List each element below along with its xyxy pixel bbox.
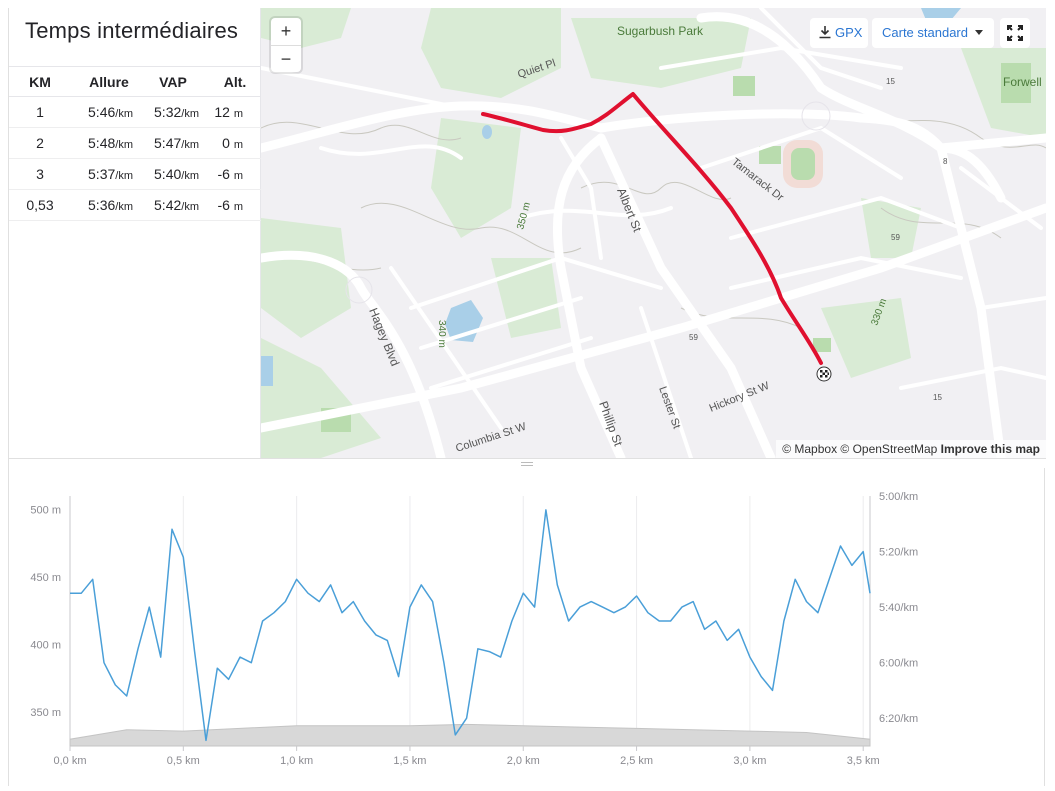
map-label-route-15a: 15 (886, 77, 895, 86)
x-tick-label: 0,5 km (167, 755, 200, 767)
y-left-tick-label: 450 m (30, 572, 61, 584)
x-tick-label: 3,5 km (847, 755, 880, 767)
split-row[interactable]: 2 5:48/km 5:47/km 0 m (9, 127, 261, 159)
split-pace: 5:48/km (71, 127, 133, 159)
y-right-tick-label: 6:20/km (879, 713, 918, 725)
x-tick-label: 0,0 km (53, 755, 86, 767)
split-elev: 12 m (199, 96, 261, 128)
panel-resize-handle[interactable] (9, 458, 1046, 468)
download-icon (819, 26, 831, 39)
split-pace: 5:36/km (71, 189, 133, 221)
map-label-forwell: Forwell (1003, 75, 1042, 89)
map-attribution: © Mapbox © OpenStreetMap Improve this ma… (776, 440, 1046, 458)
split-elev: -6 m (199, 189, 261, 221)
map-style-label: Carte standard (882, 25, 968, 40)
split-km: 3 (9, 158, 71, 190)
col-km: KM (9, 66, 71, 97)
fullscreen-button[interactable] (1000, 18, 1030, 48)
zoom-out-button[interactable]: − (271, 45, 301, 72)
split-elev: -6 m (199, 158, 261, 190)
map-style-select[interactable]: Carte standard (872, 18, 994, 48)
zoom-control: + − (271, 18, 301, 72)
chart-canvas[interactable]: 0,0 km 0,5 km 1,0 km 1,5 km 2,0 km 2,5 km 3,0 … (9, 468, 1046, 786)
map-label-route-59b: 59 (689, 333, 698, 342)
map-canvas[interactable]: Sugarbush Park Quiet Pl Forwell Albert S… (261, 8, 1046, 458)
split-km: 1 (9, 96, 71, 128)
x-tick-label: 2,5 km (620, 755, 653, 767)
map-label-340: 340 m (436, 320, 447, 348)
y-right-tick-label: 6:00/km (879, 658, 918, 670)
x-tick-label: 2,0 km (507, 755, 540, 767)
gpx-download-button[interactable]: GPX (810, 18, 868, 48)
map-label-phillip: Phillip St (596, 399, 625, 448)
split-row[interactable]: 3 5:37/km 5:40/km -6 m (9, 158, 261, 190)
col-gap: VAP (133, 66, 199, 97)
gpx-label: GPX (835, 25, 863, 40)
col-elev: Alt. (199, 66, 261, 97)
map-label-columbia: Columbia St W (454, 421, 528, 455)
map-label-park: Sugarbush Park (617, 24, 704, 38)
improve-map-link[interactable]: Improve this map (941, 442, 1040, 456)
split-row[interactable]: 1 5:46/km 5:32/km 12 m (9, 96, 261, 128)
x-tick-label: 1,0 km (280, 755, 313, 767)
y-right-tick-label: 5:00/km (879, 491, 918, 503)
y-right-tick-label: 5:20/km (879, 547, 918, 559)
x-tick-label: 3,0 km (733, 755, 766, 767)
attribution-text[interactable]: © Mapbox © OpenStreetMap (782, 442, 937, 456)
map-label-route-8: 8 (943, 157, 948, 166)
activity-panel: Temps intermédiaires KM Allure VAP Alt. … (8, 8, 1046, 786)
x-tick-label: 1,5 km (393, 755, 426, 767)
split-gap: 5:32/km (133, 96, 199, 128)
finish-flag-icon (816, 366, 832, 382)
split-row[interactable]: 0,53 5:36/km 5:42/km -6 m (9, 189, 261, 221)
col-pace: Allure (71, 66, 133, 97)
y-left-tick-label: 400 m (30, 640, 61, 652)
split-gap: 5:40/km (133, 158, 199, 190)
split-elev: 0 m (199, 127, 261, 159)
map-label-lester: Lester St (656, 385, 682, 430)
fullscreen-icon (1007, 25, 1023, 41)
split-km: 2 (9, 127, 71, 159)
y-left-tick-label: 500 m (30, 505, 61, 517)
splits-table: KM Allure VAP Alt. 1 5:46/km 5:32/km 12 m25… (9, 66, 261, 221)
map-label-route-59a: 59 (891, 233, 900, 242)
split-pace: 5:46/km (71, 96, 133, 128)
zoom-in-button[interactable]: + (271, 18, 301, 45)
split-gap: 5:47/km (133, 127, 199, 159)
chevron-down-icon (975, 30, 983, 35)
route-map[interactable]: Sugarbush Park Quiet Pl Forwell Albert S… (261, 8, 1046, 458)
map-label-albert: Albert St (614, 186, 644, 235)
y-right-tick-label: 5:40/km (879, 602, 918, 614)
splits-title: Temps intermédiaires (25, 18, 239, 43)
split-pace: 5:37/km (71, 158, 133, 190)
splits-panel: Temps intermédiaires KM Allure VAP Alt. … (9, 8, 261, 458)
split-km: 0,53 (9, 189, 71, 221)
map-label-route-15b: 15 (933, 393, 942, 402)
drag-grip-icon (521, 462, 533, 466)
pace-elevation-chart[interactable]: 0,0 km 0,5 km 1,0 km 1,5 km 2,0 km 2,5 km 3,0 … (9, 468, 1046, 786)
y-left-tick-label: 350 m (30, 707, 61, 719)
split-gap: 5:42/km (133, 189, 199, 221)
